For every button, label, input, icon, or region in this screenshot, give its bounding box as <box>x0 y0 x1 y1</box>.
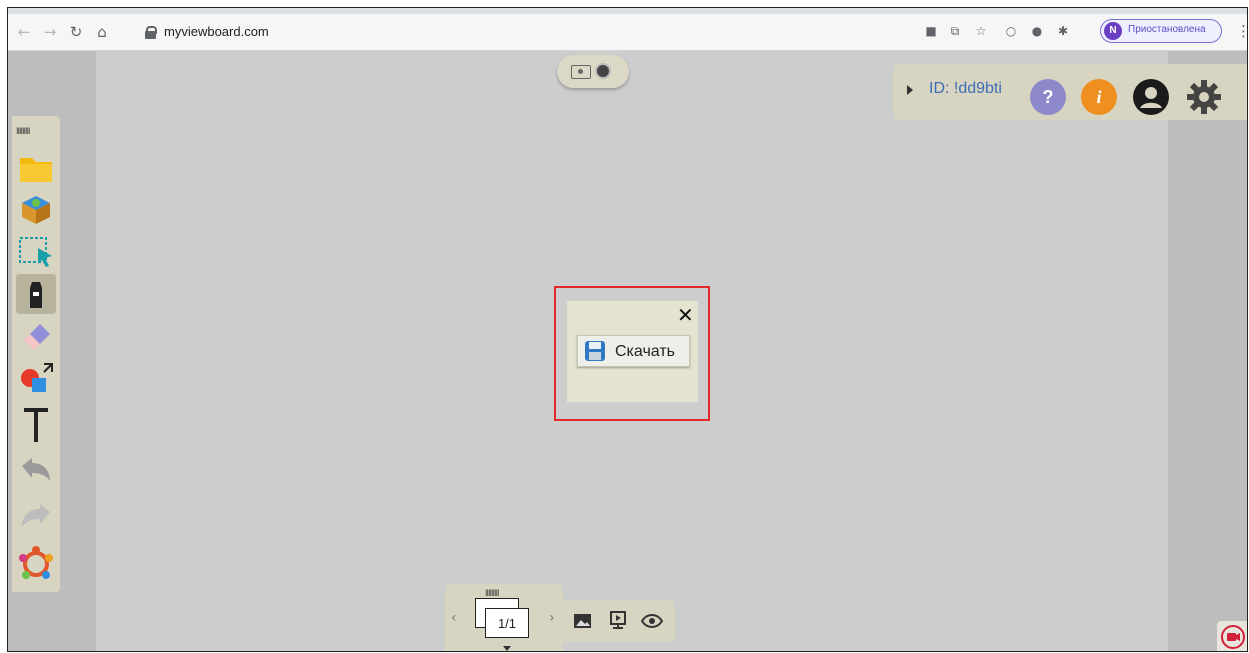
app-window: ← → ↻ ⌂ myviewboard.com ■ ⧉ ☆ ○ ● ✱ N Пр… <box>7 7 1248 652</box>
collaboration-icon[interactable] <box>16 544 56 584</box>
background-image-icon[interactable] <box>573 612 593 630</box>
url-text: myviewboard.com <box>164 24 269 39</box>
user-account-icon[interactable] <box>1133 79 1169 115</box>
text-icon[interactable] <box>16 406 56 446</box>
shapes-icon[interactable] <box>16 358 56 398</box>
box-icon[interactable] <box>16 190 56 230</box>
download-label: Скачать <box>615 343 675 360</box>
extension-badge-icon[interactable]: ● <box>1028 22 1046 40</box>
help-icon[interactable]: ? <box>1030 79 1066 115</box>
select-icon[interactable] <box>16 232 56 272</box>
folder-icon[interactable] <box>16 148 56 188</box>
extension-icon[interactable]: ○ <box>1002 22 1020 40</box>
prev-page-chevron-icon[interactable]: ‹ <box>451 610 457 626</box>
puzzle-icon[interactable]: ✱ <box>1054 22 1072 40</box>
download-dialog: ✕ Скачать <box>567 301 698 402</box>
download-button[interactable]: Скачать <box>577 335 690 367</box>
address-bar[interactable]: myviewboard.com <box>136 21 896 43</box>
presentation-icon[interactable] <box>608 610 628 630</box>
menu-kebab-icon[interactable]: ⋮ <box>1236 22 1247 40</box>
page-actions <box>563 600 675 642</box>
page-counter: 1/1 <box>497 616 517 631</box>
pen-icon[interactable] <box>16 274 56 314</box>
reload-icon[interactable]: ↻ <box>66 22 86 42</box>
record-camera-icon <box>1221 625 1245 649</box>
expand-arrow-icon[interactable] <box>907 85 913 95</box>
tab-strip <box>8 8 1247 14</box>
undo-icon[interactable] <box>16 452 56 492</box>
page-menu-caret-icon[interactable] <box>503 646 511 651</box>
camera-icon[interactable]: ■ <box>922 22 940 40</box>
page-navigator: IIIIIIIII ‹ 1/1 › <box>445 584 563 651</box>
session-bar: ID: !dd9bti ? i <box>893 64 1247 120</box>
eraser-icon[interactable] <box>16 316 56 356</box>
palette-drag-handle[interactable]: IIIIIIIII <box>16 126 30 136</box>
record-icon[interactable] <box>595 63 611 79</box>
page-bar-drag-handle[interactable]: IIIIIIIII <box>485 588 499 598</box>
home-icon[interactable]: ⌂ <box>92 22 112 42</box>
recorder-control[interactable] <box>557 55 629 88</box>
session-id[interactable]: ID: !dd9bti <box>929 80 1002 98</box>
gear-icon[interactable] <box>1185 78 1223 116</box>
tool-palette: IIIIIIIII <box>12 116 60 592</box>
back-arrow-icon[interactable]: ← <box>14 22 34 42</box>
forward-arrow-icon[interactable]: → <box>40 22 60 42</box>
screenshot-icon[interactable] <box>571 65 591 79</box>
profile-chip[interactable]: N Приостановлена <box>1100 19 1222 43</box>
browser-toolbar: ← → ↻ ⌂ myviewboard.com ■ ⧉ ☆ ○ ● ✱ N Пр… <box>8 8 1247 51</box>
right-gutter <box>1168 51 1247 651</box>
redo-icon[interactable] <box>16 498 56 538</box>
recording-corner-button[interactable] <box>1217 621 1247 651</box>
bookmark-star-icon[interactable]: ☆ <box>972 22 990 40</box>
info-icon[interactable]: i <box>1081 79 1117 115</box>
floppy-disk-icon <box>584 340 606 362</box>
profile-status-label: Приостановлена <box>1128 24 1206 35</box>
next-page-chevron-icon[interactable]: › <box>549 610 555 626</box>
close-icon[interactable]: ✕ <box>677 305 694 325</box>
avatar: N <box>1104 22 1122 40</box>
translate-icon[interactable]: ⧉ <box>946 22 964 40</box>
eye-icon[interactable] <box>640 614 664 628</box>
page-thumbnail[interactable]: 1/1 <box>485 608 529 638</box>
